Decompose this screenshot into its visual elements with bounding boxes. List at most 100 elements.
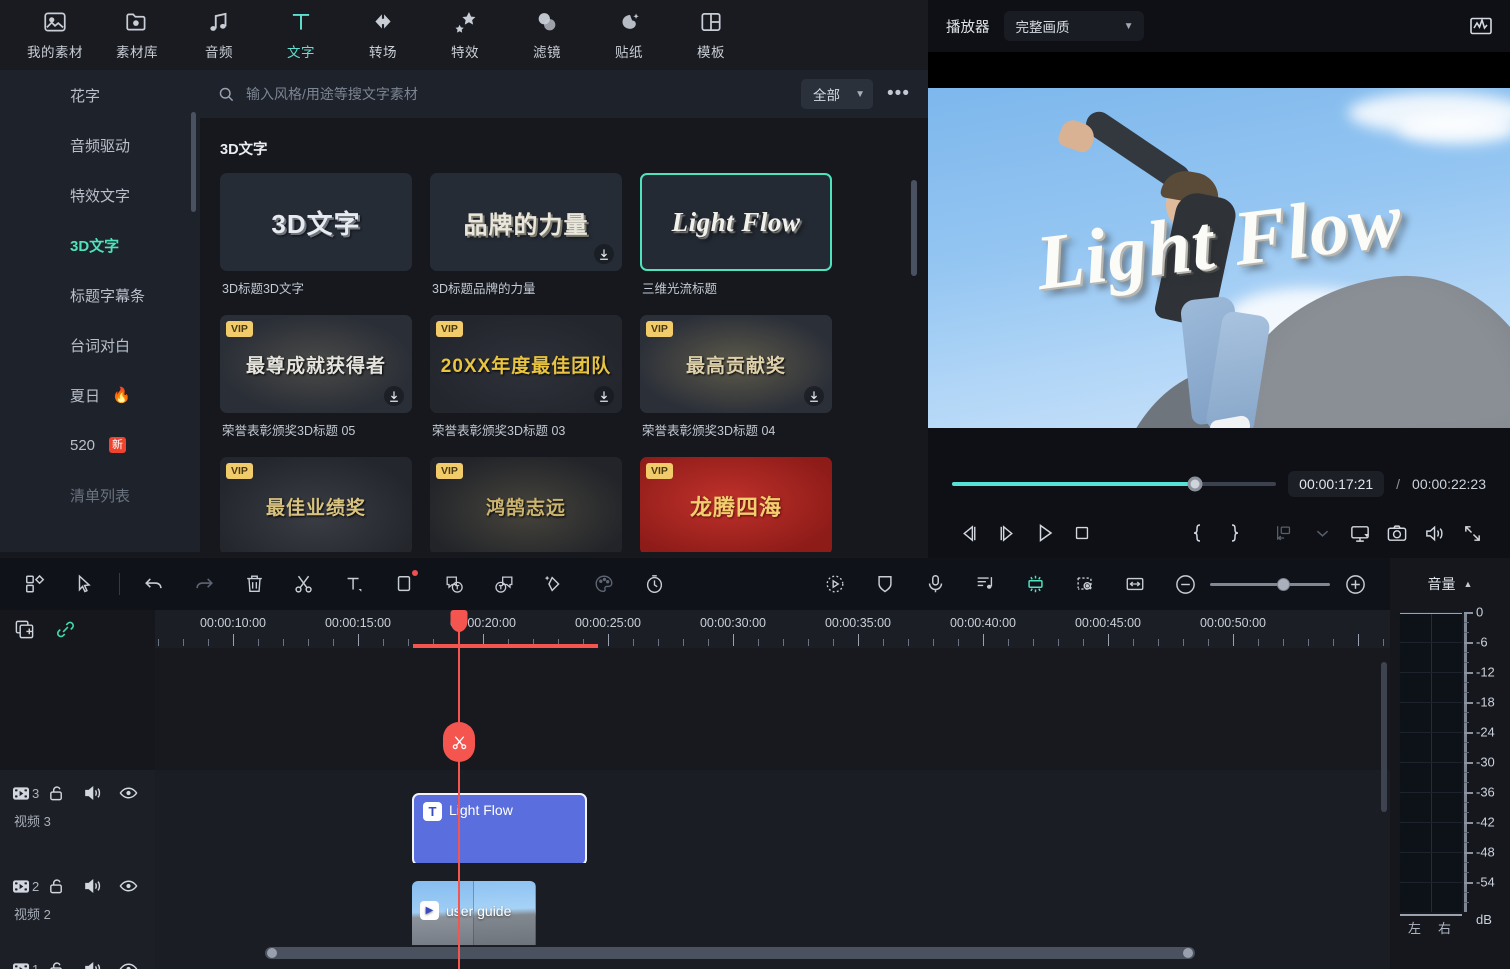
tab-effects[interactable]: 特效 xyxy=(424,4,506,66)
camera-snapshot-button[interactable] xyxy=(1380,515,1415,551)
sidebar-item-huazi[interactable]: 花字 xyxy=(0,70,200,120)
color-match-button[interactable] xyxy=(529,564,579,604)
sidebar-item-audio-driven[interactable]: 音频驱动 xyxy=(0,120,200,170)
track-mute-button[interactable] xyxy=(84,877,120,895)
asset-card[interactable]: 龙腾四海 VIP xyxy=(640,457,832,552)
timeline-vertical-scrollbar[interactable] xyxy=(1381,662,1387,812)
redo-button[interactable] xyxy=(179,564,229,604)
beat-marker-button[interactable] xyxy=(960,564,1010,604)
play-button[interactable] xyxy=(1027,515,1062,551)
fit-to-screen-button[interactable] xyxy=(1110,564,1160,604)
timeline-horizontal-scrollbar[interactable] xyxy=(265,947,1195,959)
zoom-slider-handle[interactable] xyxy=(1277,578,1290,591)
mark-in-button[interactable] xyxy=(1180,515,1215,551)
prev-frame-button[interactable] xyxy=(952,515,987,551)
zoom-in-button[interactable] xyxy=(1330,564,1380,604)
track-lock-button[interactable] xyxy=(48,784,84,802)
volume-panel-title[interactable]: 音量 ▲ xyxy=(1390,558,1510,610)
asset-card[interactable]: 最尊成就获得者 VIP xyxy=(220,315,412,413)
playhead-marker[interactable] xyxy=(451,610,468,632)
sidebar-item-effect-text[interactable]: 特效文字 xyxy=(0,170,200,220)
split-button[interactable] xyxy=(279,564,329,604)
motion-tracking-button[interactable] xyxy=(810,564,860,604)
asset-grid-scrollbar[interactable] xyxy=(911,180,917,276)
filter-dropdown[interactable]: 全部 ▼ xyxy=(801,79,873,109)
asset-card-selected[interactable]: Light Flow xyxy=(640,173,832,271)
sidebar-item-title-subtitle[interactable]: 标题字幕条 xyxy=(0,270,200,320)
video-clip[interactable]: ▶ user guide xyxy=(412,881,536,951)
playhead[interactable] xyxy=(458,610,460,969)
layout-button[interactable] xyxy=(10,564,60,604)
insert-dropdown-button[interactable] xyxy=(1305,515,1340,551)
keyframe-record-button[interactable] xyxy=(1060,564,1110,604)
add-layer-icon[interactable] xyxy=(14,619,35,640)
tab-filter[interactable]: 滤镜 xyxy=(506,4,588,66)
track-lock-button[interactable] xyxy=(48,960,84,969)
sidebar-scrollbar[interactable] xyxy=(191,112,196,212)
sidebar-item-3d-text[interactable]: 3D文字 xyxy=(0,220,200,270)
quality-dropdown[interactable]: 完整画质 ▼ xyxy=(1004,11,1144,41)
select-tool-button[interactable] xyxy=(60,564,110,604)
speech-to-text-button[interactable] xyxy=(429,564,479,604)
mask-button[interactable] xyxy=(860,564,910,604)
add-text-button[interactable] xyxy=(329,564,379,604)
tab-audio[interactable]: 音频 xyxy=(178,4,260,66)
seek-slider[interactable] xyxy=(952,482,1276,486)
current-time-display[interactable]: 00:00:17:21 xyxy=(1288,471,1384,497)
tab-sticker[interactable]: 贴纸 xyxy=(588,4,670,66)
track-lane-empty[interactable] xyxy=(155,648,1390,770)
asset-card[interactable]: 最佳业绩奖 VIP xyxy=(220,457,412,552)
palette-button[interactable] xyxy=(579,564,629,604)
track-visibility-button[interactable] xyxy=(119,960,155,969)
playhead-split-handle[interactable] xyxy=(443,722,475,762)
download-icon[interactable] xyxy=(594,386,614,406)
waveform-monitor-icon[interactable] xyxy=(1468,14,1494,38)
download-icon[interactable] xyxy=(804,386,824,406)
scrollbar-handle-left[interactable] xyxy=(267,948,277,958)
text-to-speech-button[interactable] xyxy=(479,564,529,604)
asset-card[interactable]: 鸿鹄志远 VIP xyxy=(430,457,622,552)
sidebar-item-checklist[interactable]: 清单列表 xyxy=(0,470,200,520)
stop-button[interactable] xyxy=(1065,515,1100,551)
asset-card[interactable]: 20XX年度最佳团队 VIP xyxy=(430,315,622,413)
tab-my-media[interactable]: 我的素材 xyxy=(14,4,96,66)
display-mode-button[interactable] xyxy=(1342,515,1377,551)
text-clip[interactable]: T Light Flow xyxy=(412,793,587,866)
sidebar-item-summer[interactable]: 夏日 🔥 xyxy=(0,370,200,420)
track-mute-button[interactable] xyxy=(84,784,120,802)
scrollbar-handle-right[interactable] xyxy=(1183,948,1193,958)
speed-button[interactable] xyxy=(629,564,679,604)
sidebar-item-dialogue[interactable]: 台词对白 xyxy=(0,320,200,370)
track-lane-3[interactable]: T Light Flow xyxy=(155,770,1390,863)
mark-out-button[interactable] xyxy=(1218,515,1253,551)
asset-card[interactable]: 品牌的力量 xyxy=(430,173,622,271)
delete-button[interactable] xyxy=(229,564,279,604)
track-lock-button[interactable] xyxy=(48,877,84,895)
seek-handle[interactable] xyxy=(1188,477,1203,492)
timeline-ruler[interactable]: 00:00:10:00 00:00:15:00 00:00:20:00 00:0… xyxy=(155,610,1390,648)
track-mute-button[interactable] xyxy=(84,960,120,969)
crop-button[interactable] xyxy=(379,564,429,604)
more-options-button[interactable]: ••• xyxy=(883,83,914,105)
undo-button[interactable] xyxy=(129,564,179,604)
voiceover-button[interactable] xyxy=(910,564,960,604)
tab-template[interactable]: 模板 xyxy=(670,4,752,66)
sidebar-item-520[interactable]: 520 新 xyxy=(0,420,200,470)
tab-text[interactable]: 文字 xyxy=(260,4,342,66)
track-visibility-button[interactable] xyxy=(119,877,155,895)
fullscreen-button[interactable] xyxy=(1455,515,1490,551)
auto-highlight-button[interactable] xyxy=(1010,564,1060,604)
volume-button[interactable] xyxy=(1418,515,1453,551)
download-icon[interactable] xyxy=(384,386,404,406)
asset-card[interactable]: 3D文字 xyxy=(220,173,412,271)
download-icon[interactable] xyxy=(594,244,614,264)
tab-transition[interactable]: 转场 xyxy=(342,4,424,66)
asset-card[interactable]: 最高贡献奖 VIP xyxy=(640,315,832,413)
timeline-zoom-slider[interactable] xyxy=(1210,573,1330,595)
track-visibility-button[interactable] xyxy=(119,784,155,802)
link-chain-icon[interactable] xyxy=(55,619,76,640)
search-input[interactable] xyxy=(240,86,801,102)
track-lane-2[interactable]: ▶ user guide xyxy=(155,863,1390,946)
insert-to-track-button[interactable] xyxy=(1267,515,1302,551)
video-preview[interactable]: Light Flow xyxy=(928,88,1510,428)
